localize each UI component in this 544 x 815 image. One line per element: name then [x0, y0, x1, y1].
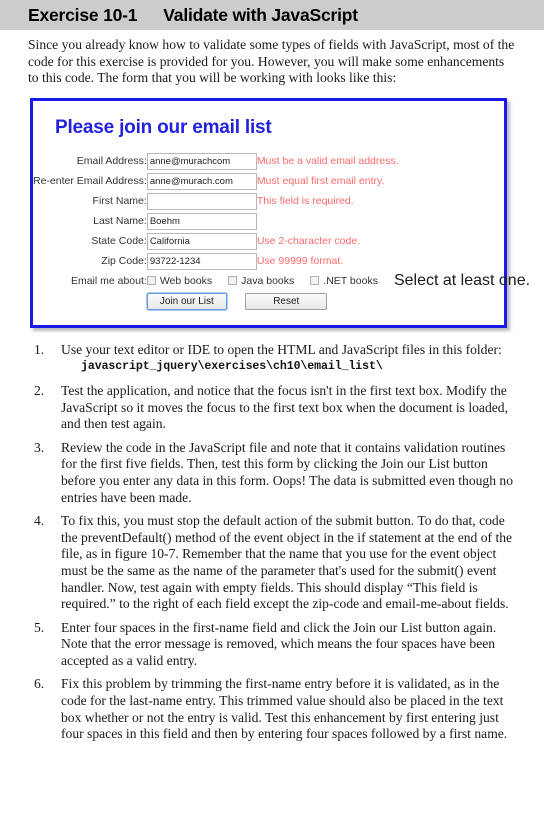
- state-code-input[interactable]: [146, 233, 257, 251]
- step-text: Enter four spaces in the first-name fiel…: [61, 619, 497, 668]
- list-item: To fix this, you must stop the default a…: [28, 513, 522, 613]
- field-cell-email-address: [146, 151, 257, 171]
- web-books-checkbox[interactable]: [146, 276, 156, 286]
- intro-paragraph: Since you already know how to validate s…: [28, 37, 515, 86]
- form-row-email-address: Email Address: Must be a valid email add…: [33, 151, 530, 171]
- last-name-input[interactable]: [146, 213, 257, 231]
- email-list-form-figure: Please join our email list Email Address…: [30, 97, 530, 328]
- error-email-address: Must be a valid email address.: [256, 154, 399, 167]
- step-text: To fix this, you must stop the default a…: [61, 513, 513, 612]
- form-row-first-name: First Name: This field is required.: [33, 191, 530, 211]
- step-code-path: javascript_jquery\exercises\ch10\email_l…: [81, 360, 383, 374]
- java-books-label: Java books: [241, 274, 295, 287]
- checkbox-row: Web books Java books .NET books Select a…: [146, 271, 531, 290]
- checkbox-group-net-books[interactable]: .NET books: [310, 275, 378, 287]
- join-our-list-button[interactable]: Join our List: [146, 293, 227, 311]
- form-row-reenter-email: Re-enter Email Address: Must equal first…: [33, 171, 530, 191]
- field-cell-last-name: [146, 211, 257, 231]
- field-cell-state-code: [146, 231, 257, 251]
- net-books-label: .NET books: [323, 274, 378, 287]
- email-address-input[interactable]: [146, 153, 257, 171]
- reenter-email-input[interactable]: [146, 173, 257, 191]
- label-email-address: Email Address:: [76, 154, 147, 167]
- list-item: Use your text editor or IDE to open the …: [28, 342, 522, 376]
- error-zip-code: Use 99999 format.: [256, 254, 344, 267]
- error-last-name: [257, 211, 530, 231]
- checkbox-group-web-books[interactable]: Web books: [146, 274, 213, 287]
- exercise-header-bar: Exercise 10-1 Validate with JavaScript: [0, 0, 544, 30]
- step-text: Test the application, and notice that th…: [61, 382, 508, 432]
- error-reenter-email: Must equal first email entry.: [256, 174, 385, 187]
- label-last-name: Last Name:: [93, 214, 147, 227]
- exercise-steps-list: Use your text editor or IDE to open the …: [28, 342, 522, 743]
- first-name-input[interactable]: [146, 193, 257, 211]
- exercise-title: Validate with JavaScript: [163, 4, 358, 25]
- exercise-number: Exercise 10-1: [28, 4, 138, 25]
- label-reenter-email: Re-enter Email Address:: [33, 174, 147, 187]
- step-text: Review the code in the JavaScript file a…: [61, 439, 514, 505]
- java-books-checkbox[interactable]: [228, 276, 238, 286]
- field-cell-zip-code: [146, 251, 257, 271]
- email-form-table: Email Address: Must be a valid email add…: [33, 151, 530, 311]
- label-first-name: First Name:: [92, 194, 147, 207]
- web-books-label: Web books: [159, 274, 213, 287]
- form-title: Please join our email list: [55, 116, 272, 138]
- label-state-code: State Code:: [91, 234, 147, 247]
- step-text: Use your text editor or IDE to open the …: [61, 341, 502, 357]
- error-first-name: This field is required.: [256, 194, 354, 207]
- label-email-me-about: Email me about:: [70, 274, 147, 287]
- form-row-buttons: Join our List Reset: [33, 291, 530, 311]
- reset-button[interactable]: Reset: [245, 293, 328, 311]
- zip-code-input[interactable]: [146, 253, 257, 271]
- button-cell: Join our List Reset: [146, 291, 530, 311]
- form-row-email-me-about: Email me about: Web books Java books .NE…: [33, 271, 530, 291]
- form-row-zip-code: Zip Code: Use 99999 format.: [33, 251, 530, 271]
- list-item: Enter four spaces in the first-name fiel…: [28, 620, 522, 670]
- label-zip-code: Zip Code:: [101, 254, 147, 267]
- list-item: Fix this problem by trimming the first-n…: [28, 676, 522, 742]
- list-item: Test the application, and notice that th…: [28, 383, 522, 433]
- form-row-last-name: Last Name:: [33, 211, 530, 231]
- form-row-state-code: State Code: Use 2-character code.: [33, 231, 530, 251]
- error-state-code: Use 2-character code.: [256, 234, 361, 247]
- button-row-spacer: [33, 291, 147, 311]
- list-item: Review the code in the JavaScript file a…: [28, 440, 522, 506]
- field-cell-first-name: [146, 191, 257, 211]
- checkbox-group-java-books[interactable]: Java books: [228, 275, 294, 287]
- field-cell-reenter-email: [146, 171, 257, 191]
- exercise-heading: Exercise 10-1 Validate with JavaScript: [28, 5, 358, 26]
- checkbox-cell: Web books Java books .NET books Select a…: [146, 271, 531, 291]
- error-email-me-about: Select at least one.: [393, 271, 531, 289]
- net-books-checkbox[interactable]: [310, 276, 320, 286]
- step-text: Fix this problem by trimming the first-n…: [61, 676, 508, 742]
